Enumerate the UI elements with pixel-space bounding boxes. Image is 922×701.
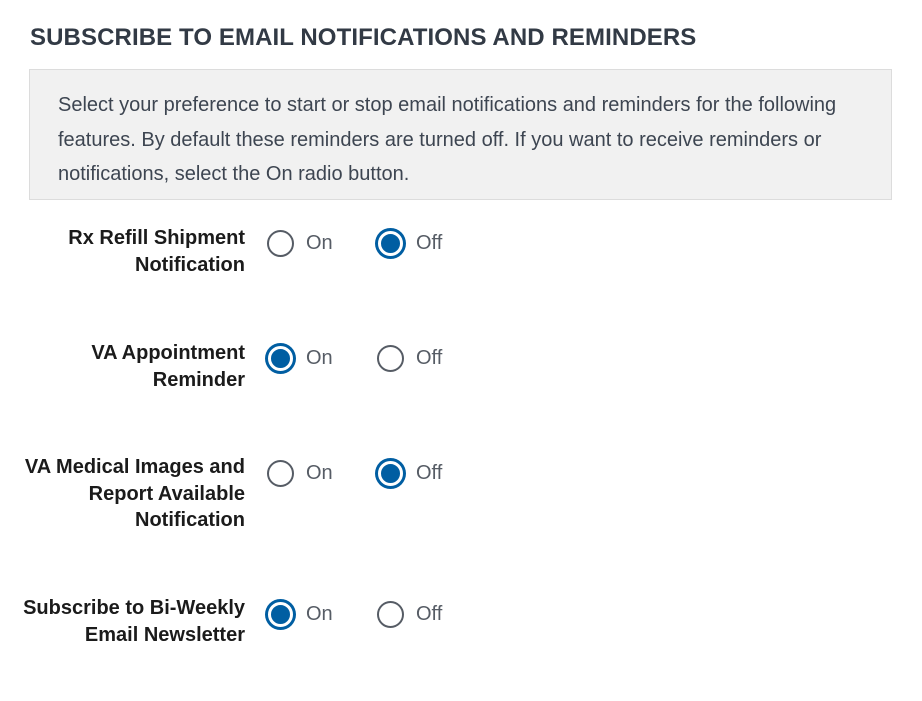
radio-circle-icon[interactable] bbox=[267, 459, 294, 487]
radio-label-off: Off bbox=[416, 231, 443, 254]
radio-circle-icon[interactable] bbox=[267, 229, 294, 257]
medical-images-on-radio[interactable]: On bbox=[267, 458, 333, 488]
rx-refill-off-radio[interactable]: Off bbox=[375, 227, 443, 259]
radio-circle-icon[interactable] bbox=[377, 600, 404, 628]
medical-images-off-radio[interactable]: Off bbox=[375, 457, 443, 489]
radio-label-off: Off bbox=[416, 602, 443, 625]
radio-label-on: On bbox=[306, 461, 333, 484]
radio-label-on: On bbox=[306, 602, 333, 625]
appointment-on-radio[interactable]: On bbox=[265, 342, 333, 374]
preference-label: Rx Refill Shipment Notification bbox=[68, 227, 245, 276]
preference-label: VA Appointment Reminder bbox=[91, 342, 245, 391]
radio-selected-icon[interactable] bbox=[375, 227, 406, 259]
instructions-text: Select your preference to start or stop … bbox=[58, 94, 837, 185]
page-title: SUBSCRIBE TO EMAIL NOTIFICATIONS AND REM… bbox=[30, 24, 697, 51]
radio-label-off: Off bbox=[416, 346, 443, 369]
preference-label: Subscribe to Bi-Weekly Email Newsletter bbox=[23, 597, 245, 646]
newsletter-on-radio[interactable]: On bbox=[265, 598, 333, 630]
instructions-box: Select your preference to start or stop … bbox=[29, 69, 892, 200]
radio-circle-icon[interactable] bbox=[377, 344, 404, 372]
rx-refill-on-radio[interactable]: On bbox=[267, 228, 333, 258]
radio-selected-icon[interactable] bbox=[265, 342, 296, 374]
radio-label-off: Off bbox=[416, 461, 443, 484]
preference-label: VA Medical Images and Report Available N… bbox=[24, 456, 245, 531]
radio-selected-icon[interactable] bbox=[265, 598, 296, 630]
radio-label-on: On bbox=[306, 346, 333, 369]
newsletter-off-radio[interactable]: Off bbox=[377, 599, 442, 629]
appointment-off-radio[interactable]: Off bbox=[377, 343, 442, 373]
radio-label-on: On bbox=[306, 231, 333, 254]
radio-selected-icon[interactable] bbox=[375, 457, 406, 489]
